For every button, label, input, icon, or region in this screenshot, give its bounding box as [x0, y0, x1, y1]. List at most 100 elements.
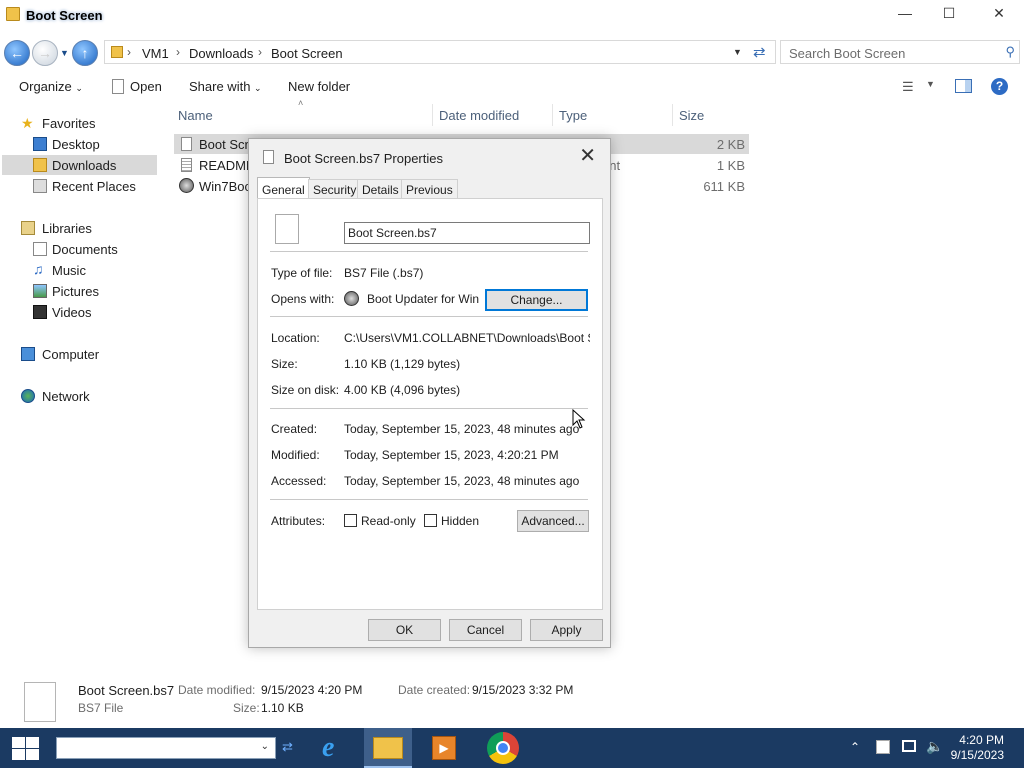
new-folder-button[interactable]: New folder — [288, 79, 350, 94]
action-center-flag-icon[interactable] — [876, 740, 890, 754]
sidebar-item-recent-places[interactable]: Recent Places — [52, 179, 136, 194]
file-icon — [181, 137, 192, 151]
sidebar-item-favorites[interactable]: Favorites — [42, 116, 95, 131]
cancel-button[interactable]: Cancel — [449, 619, 522, 641]
created-label: Created: — [271, 422, 318, 436]
tab-security[interactable]: Security — [308, 179, 362, 199]
details-date-modified-label: Date modified: — [178, 683, 256, 697]
taskbar-address-input[interactable]: ⌄ — [56, 737, 276, 759]
address-bar[interactable]: › VM1 › Downloads › Boot Screen ▼ ⇄ — [104, 40, 776, 64]
sidebar-item-computer[interactable]: Computer — [42, 347, 99, 362]
column-divider[interactable] — [432, 104, 433, 126]
go-arrows-icon[interactable]: ⇄ — [282, 739, 293, 755]
file-size: 1 KB — [716, 158, 745, 173]
star-icon: ★ — [21, 115, 34, 131]
breadcrumb-vm1[interactable]: VM1 — [142, 46, 169, 61]
minimize-button[interactable]: — — [890, 4, 920, 22]
apply-button[interactable]: Apply — [530, 619, 603, 641]
sidebar-item-desktop[interactable]: Desktop — [52, 137, 100, 152]
organize-label: Organize — [19, 79, 72, 94]
pictures-icon — [33, 284, 47, 298]
breadcrumb-boot-screen[interactable]: Boot Screen — [271, 46, 343, 61]
read-only-checkbox[interactable] — [344, 514, 357, 527]
show-hidden-icons-icon[interactable]: ⌃ — [850, 740, 860, 754]
column-header-date-modified[interactable]: Date modified — [439, 108, 519, 123]
desktop-icon — [33, 137, 47, 151]
change-view-icon[interactable]: ☰ — [902, 79, 914, 95]
folder-icon — [373, 737, 403, 759]
share-with-button[interactable]: Share with ⌄ — [189, 79, 262, 94]
application-icon — [344, 291, 359, 306]
sort-ascending-icon: ˄ — [298, 98, 304, 108]
breadcrumb-separator-icon: › — [258, 45, 262, 59]
start-button[interactable] — [10, 736, 40, 760]
details-date-modified: 9/15/2023 4:20 PM — [261, 683, 363, 697]
system-clock[interactable]: 4:20 PM 9/15/2023 — [951, 733, 1004, 763]
type-of-file-value: BS7 File (.bs7) — [344, 266, 424, 280]
tab-details[interactable]: Details — [357, 179, 404, 199]
column-divider[interactable] — [672, 104, 673, 126]
internet-explorer-taskbar-button[interactable]: e — [314, 728, 358, 768]
dialog-close-button[interactable]: ✕ — [579, 143, 596, 168]
file-name-input[interactable]: Boot Screen.bs7 — [344, 222, 590, 244]
close-window-button[interactable]: ✕ — [984, 4, 1014, 22]
address-dropdown-icon[interactable]: ▼ — [733, 47, 742, 57]
general-tab-panel: Boot Screen.bs7 Type of file: BS7 File (… — [257, 198, 603, 610]
column-header-name[interactable]: Name — [178, 108, 213, 123]
file-explorer-taskbar-button[interactable] — [364, 728, 412, 768]
organize-button[interactable]: Organize ⌄ — [19, 79, 83, 94]
sidebar-item-documents[interactable]: Documents — [52, 242, 118, 257]
change-button[interactable]: Change... — [485, 289, 588, 311]
divider — [270, 499, 588, 500]
advanced-button[interactable]: Advanced... — [517, 510, 589, 532]
recent-pages-dropdown-icon[interactable]: ▼ — [60, 48, 69, 58]
column-divider[interactable] — [552, 104, 553, 126]
column-header-size[interactable]: Size — [679, 108, 704, 123]
sidebar-item-music[interactable]: Music — [52, 263, 86, 278]
volume-icon[interactable]: 🔈 — [926, 738, 943, 755]
tab-previous-versions[interactable]: Previous Versions — [401, 179, 458, 211]
size-on-disk-label: Size on disk: — [271, 383, 340, 397]
downloads-folder-icon — [33, 158, 47, 172]
help-icon[interactable]: ? — [991, 78, 1008, 95]
chrome-taskbar-button[interactable] — [480, 728, 524, 768]
sidebar-item-pictures[interactable]: Pictures — [52, 284, 99, 299]
chevron-down-icon[interactable]: ⌄ — [261, 741, 269, 752]
details-size: 1.10 KB — [261, 701, 304, 715]
sidebar-item-downloads-row[interactable]: Downloads — [2, 155, 157, 175]
details-date-created-label: Date created: — [398, 683, 471, 697]
preview-pane-icon[interactable] — [955, 79, 972, 93]
modified-value: Today, September 15, 2023, 4:20:21 PM — [344, 448, 559, 462]
application-icon — [179, 178, 194, 193]
clock-time: 4:20 PM — [959, 733, 1004, 747]
created-value: Today, September 15, 2023, 48 minutes ag… — [344, 422, 580, 436]
breadcrumb-downloads[interactable]: Downloads — [189, 46, 253, 61]
open-icon — [112, 79, 124, 94]
file-size: 2 KB — [716, 137, 745, 152]
view-dropdown-icon[interactable]: ▼ — [926, 79, 935, 89]
media-player-taskbar-button[interactable]: ▶ — [422, 728, 466, 768]
breadcrumb-separator-icon: › — [176, 45, 180, 59]
search-icon[interactable]: ⚲ — [1005, 44, 1015, 60]
read-only-label: Read-only — [361, 514, 416, 528]
folder-icon — [111, 46, 123, 58]
up-button[interactable]: ↑ — [72, 40, 98, 66]
hidden-checkbox[interactable] — [424, 514, 437, 527]
play-icon: ▶ — [432, 736, 456, 760]
open-button[interactable]: Open — [130, 79, 162, 94]
maximize-button[interactable]: ☐ — [934, 4, 964, 22]
sidebar-item-videos[interactable]: Videos — [52, 305, 92, 320]
sidebar-item-network[interactable]: Network — [42, 389, 90, 404]
network-tray-icon[interactable] — [902, 740, 916, 752]
forward-button[interactable]: → — [32, 40, 58, 66]
back-button[interactable]: ← — [4, 40, 30, 66]
chevron-down-icon: ⌄ — [75, 83, 83, 93]
divider — [270, 316, 588, 317]
refresh-icon[interactable]: ⇄ — [753, 43, 766, 61]
sidebar-item-libraries[interactable]: Libraries — [42, 221, 92, 236]
ok-button[interactable]: OK — [368, 619, 441, 641]
search-input[interactable]: Search Boot Screen ⚲ — [780, 40, 1020, 64]
type-of-file-label: Type of file: — [271, 266, 333, 280]
tab-general[interactable]: General — [257, 177, 310, 198]
column-header-type[interactable]: Type — [559, 108, 587, 123]
